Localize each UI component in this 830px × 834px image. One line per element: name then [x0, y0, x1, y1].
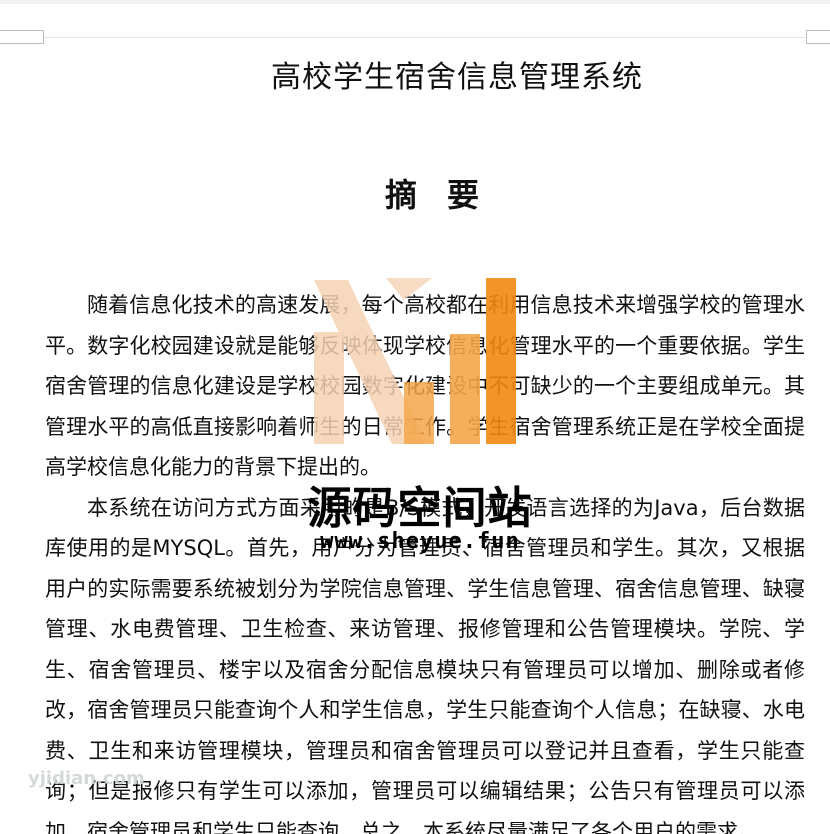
abstract-body: 随着信息化技术的高速发展，每个高校都在利用信息技术来增强学校的管理水平。数字化校…: [45, 285, 805, 834]
header-margin-line: [44, 37, 806, 38]
left-margin-marker: [0, 30, 44, 44]
abstract-paragraph-1: 随着信息化技术的高速发展，每个高校都在利用信息技术来增强学校的管理水平。数字化校…: [45, 293, 805, 479]
corner-watermark: yjidian.com: [28, 768, 145, 789]
right-margin-marker: [806, 30, 830, 44]
abstract-heading: 摘要: [384, 176, 509, 214]
document-title: 高校学生宿舍信息管理系统: [271, 60, 643, 95]
abstract-paragraph-2: 本系统在访问方式方面采用的是B/S模式，开发语言选择的为Java，后台数据库使用…: [45, 495, 805, 834]
page-top-edge: [0, 0, 830, 4]
